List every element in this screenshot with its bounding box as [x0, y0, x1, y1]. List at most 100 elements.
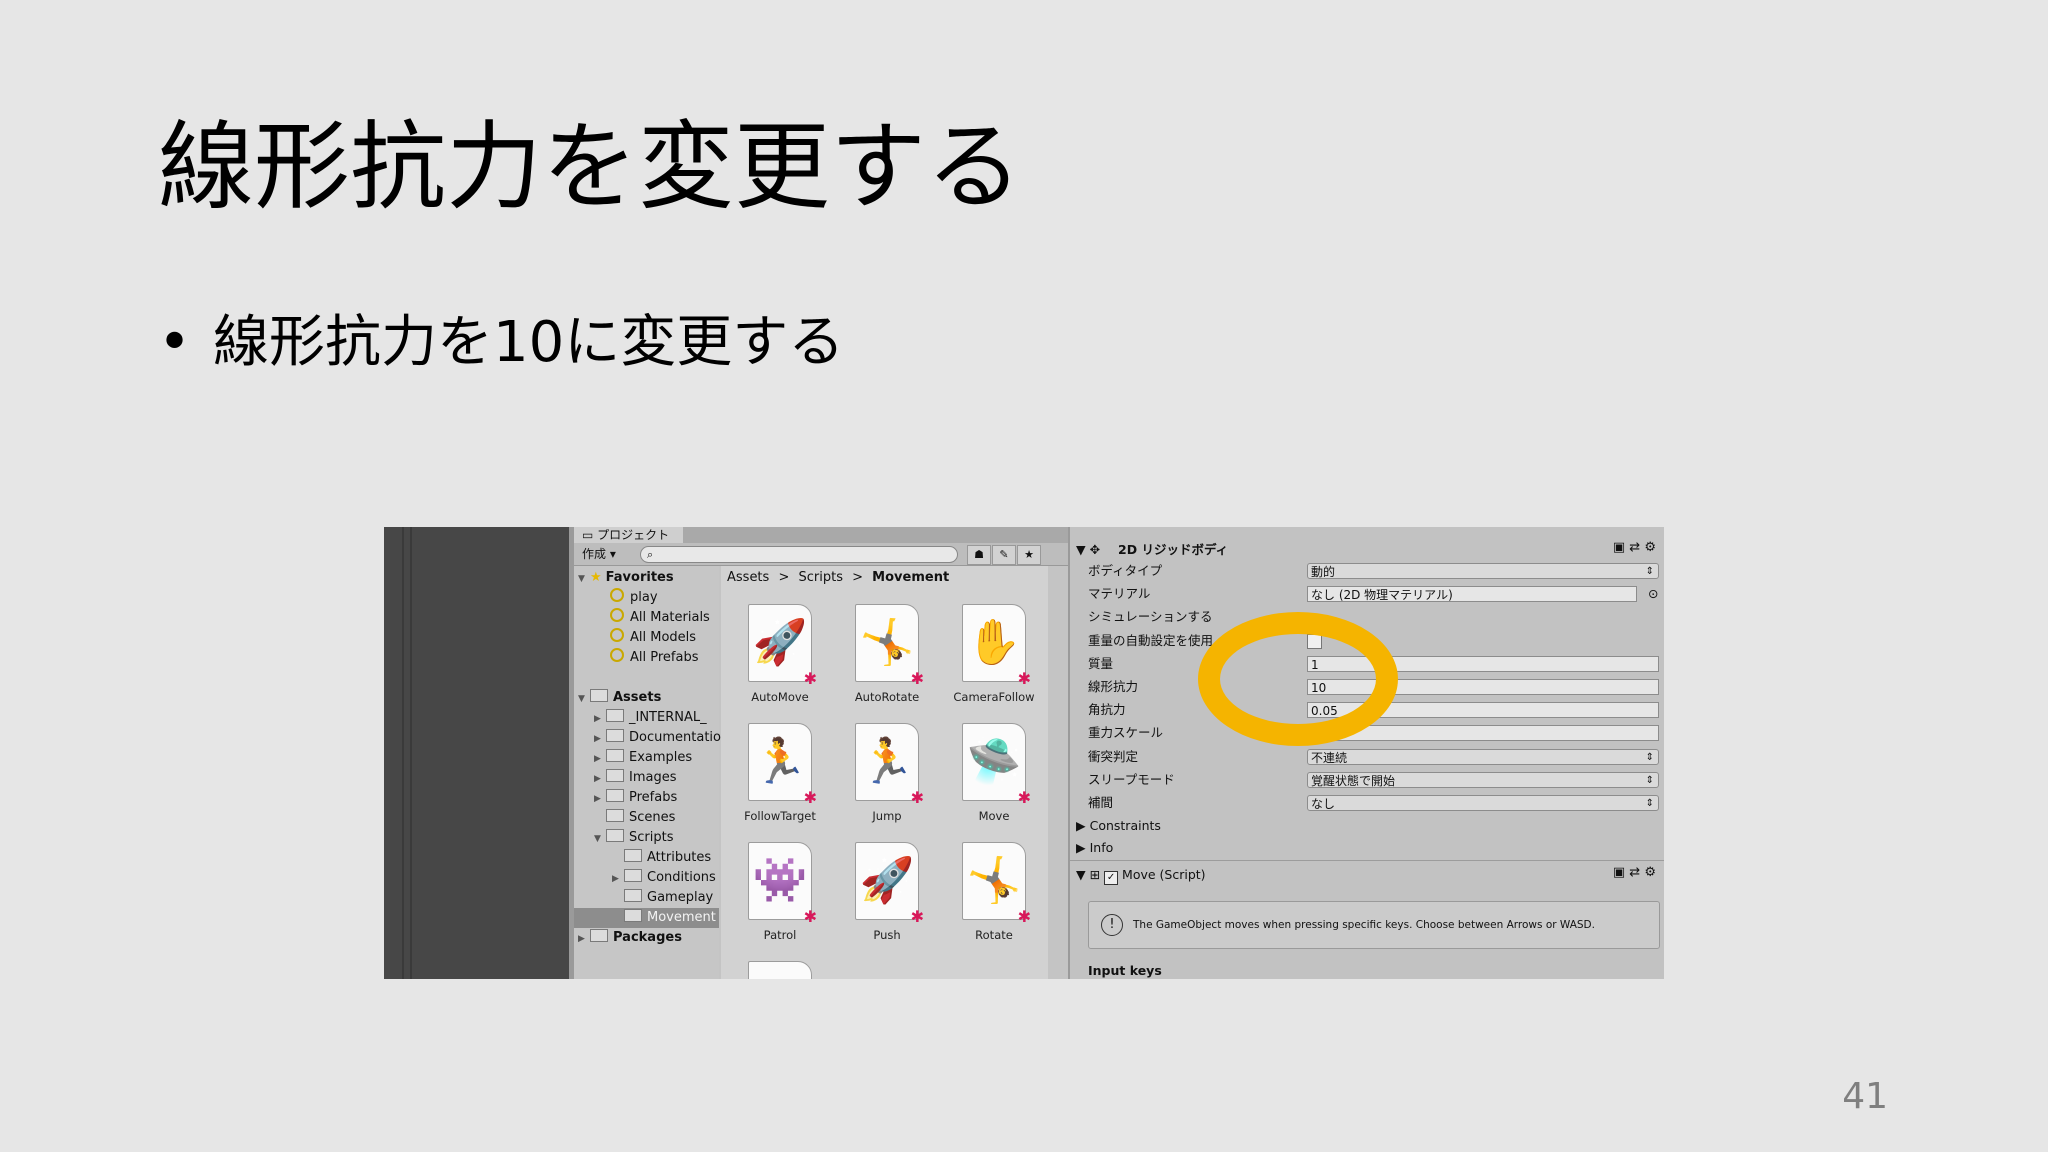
script-asset-item[interactable]: 🚀 ✱ Push: [842, 842, 932, 942]
inspector-window: ▼ ✥ 2D リジッドボディ ▣ ⇄ ⚙ ボディタイプ 動的マテリアル なし (2D…: [1068, 527, 1664, 979]
folder-item[interactable]: ▶ Examples: [594, 748, 692, 768]
rigidbody-header[interactable]: ▼ ✥ 2D リジッドボディ: [1076, 540, 1228, 560]
script-label: FollowTarget: [744, 809, 816, 823]
script-icon: 🚀 ✱: [748, 604, 817, 687]
folder-item[interactable]: ▶ Prefabs: [594, 788, 677, 808]
field-label: マテリアル: [1088, 586, 1151, 602]
scene-view[interactable]: [384, 527, 569, 979]
info-foldout[interactable]: ▶ Info: [1076, 838, 1113, 858]
script-asset-item[interactable]: 🏃 ✱ FollowTarget: [735, 723, 825, 823]
script-asset-item[interactable]: 🏃 ✱ Jump: [842, 723, 932, 823]
field-input[interactable]: なし (2D 物理マテリアル): [1307, 586, 1637, 603]
field-label: 補間: [1088, 795, 1114, 810]
breadcrumb-movement[interactable]: Movement: [872, 570, 949, 585]
folder-item[interactable]: Movement: [574, 908, 719, 928]
script-icon: [748, 961, 812, 979]
folder-item[interactable]: Attributes: [612, 848, 711, 868]
folder-icon: [606, 729, 624, 742]
field-dropdown[interactable]: なし: [1307, 795, 1659, 811]
script-asset-item[interactable]: 🤸 ✱ Rotate: [949, 842, 1039, 942]
breadcrumb: Assets > Scripts > Movement: [727, 570, 949, 586]
favorite-star-icon[interactable]: ★: [1017, 545, 1041, 565]
gear-icon: ✱: [910, 669, 924, 688]
create-dropdown[interactable]: 作成 ▾: [582, 546, 616, 562]
slide-title: 線形抗力を変更する: [158, 111, 1022, 223]
gear-icon: ✱: [1017, 669, 1031, 688]
search-icon: ⌕: [647, 548, 654, 561]
gear-icon: ✱: [803, 669, 817, 688]
script-icon: 🚀 ✱: [855, 842, 924, 925]
folder-icon: [590, 689, 608, 702]
script-label: AutoMove: [751, 690, 809, 704]
bullet-text: 線形抗力を10に変更する: [213, 310, 845, 375]
folder-item[interactable]: ▶ Conditions: [612, 868, 716, 888]
folder-item[interactable]: Scenes: [594, 808, 675, 828]
field-dropdown[interactable]: 不連続: [1307, 748, 1659, 765]
script-asset-item[interactable]: 🚀 ✱ AutoMove: [735, 604, 825, 704]
tab-project[interactable]: ▭ プロジェクト: [574, 527, 684, 543]
gear-icon: ✱: [910, 788, 924, 807]
object-picker-icon[interactable]: ⊙: [1648, 584, 1658, 604]
folder-item[interactable]: Gameplay: [612, 888, 713, 908]
folder-item[interactable]: ▶ _INTERNAL_: [594, 708, 707, 728]
script-label: AutoRotate: [854, 690, 920, 704]
script-label: Patrol: [763, 928, 797, 942]
folder-icon: [606, 749, 624, 762]
field-label: 質量: [1088, 655, 1114, 671]
field-label: 衝突判定: [1088, 748, 1139, 764]
gear-icon: ✱: [803, 788, 817, 807]
search-filter-icon: [610, 648, 624, 662]
script-asset-item[interactable]: 👾 ✱ Patrol: [735, 842, 825, 942]
script-asset-item[interactable]: 🛸 ✱ Move: [949, 723, 1039, 823]
highlight-circle: [1198, 612, 1398, 746]
field-label: シミュレーションする: [1088, 609, 1213, 625]
script-icon: 🏃 ✱: [748, 723, 817, 806]
component-header-icons[interactable]: ▣ ⇄ ⚙: [1613, 865, 1656, 880]
field-label: 線形抗力: [1088, 679, 1139, 694]
field-dropdown[interactable]: 覚醒状態で開始: [1307, 771, 1659, 788]
field-dropdown[interactable]: 動的: [1307, 563, 1659, 579]
folder-item[interactable]: ▶ Documentation: [594, 728, 729, 748]
folder-tree: ▼ ★ Favorites play All Materials All Models Al…: [574, 566, 729, 979]
script-help-box: ! The GameObject moves when pressing spec…: [1088, 901, 1660, 949]
script-asset-item[interactable]: [735, 961, 825, 979]
input-keys-label: Input keys: [1088, 963, 1162, 978]
search-filter-icon: [610, 628, 624, 642]
folder-icon: [624, 889, 642, 902]
folder-icon: [606, 709, 624, 722]
field-label: 重量の自動設定を使用: [1088, 632, 1214, 648]
scene-grid-line: [402, 527, 404, 979]
assets-folder[interactable]: ▼ Assets: [578, 688, 661, 708]
field-label: 角抗力: [1088, 702, 1126, 718]
component-header-icons[interactable]: ▣ ⇄ ⚙: [1613, 540, 1656, 555]
script-icon: 🛸 ✱: [962, 723, 1031, 806]
move-script-header[interactable]: ▼ ⊞ ✓ Move (Script) ▣ ⇄ ⚙: [1070, 860, 1664, 887]
unity-editor-screenshot: ▭ プロジェクト ▪ ▾≡ 作成 ▾ ⌕ ☗ ✎ ★ ▼★Favoritespl…: [384, 527, 1664, 979]
favorite-item[interactable]: All Models: [610, 628, 696, 648]
script-icon: 🤸 ✱: [855, 604, 924, 687]
filter-type-icon[interactable]: ☗: [967, 545, 991, 565]
folder-icon: [606, 809, 624, 822]
folder-item[interactable]: ▼ Scripts: [594, 828, 673, 848]
folder-icon: [624, 849, 642, 862]
constraints-foldout[interactable]: ▶ Constraints: [1076, 816, 1161, 836]
move-script-title: ▼ ⊞ ✓ Move (Script): [1076, 867, 1206, 885]
favorites-folder[interactable]: ▼ ★ Favorites: [578, 568, 674, 588]
packages-folder[interactable]: ▶ Packages: [578, 928, 682, 948]
star-icon: ★: [590, 570, 602, 585]
breadcrumb-assets[interactable]: Assets: [727, 570, 769, 585]
folder-icon: [624, 869, 642, 882]
favorite-item[interactable]: All Materials: [610, 608, 710, 628]
favorite-item[interactable]: play: [610, 588, 658, 608]
script-asset-item[interactable]: 🤸 ✱ AutoRotate: [842, 604, 932, 704]
filter-label-icon[interactable]: ✎: [992, 545, 1016, 565]
breadcrumb-scripts[interactable]: Scripts: [799, 570, 843, 585]
search-input[interactable]: ⌕: [640, 546, 958, 563]
field-label: スリープモード: [1088, 771, 1175, 787]
script-label: Jump: [872, 809, 902, 823]
gear-icon: ✱: [1017, 788, 1031, 807]
script-asset-item[interactable]: ✋ ✱ CameraFollow: [949, 604, 1039, 704]
folder-item[interactable]: ▶ Images: [594, 768, 677, 788]
asset-grid: Assets > Scripts > Movement 🚀 ✱ AutoMove 🤸 ✱…: [721, 566, 1048, 979]
favorite-item[interactable]: All Prefabs: [610, 648, 699, 668]
